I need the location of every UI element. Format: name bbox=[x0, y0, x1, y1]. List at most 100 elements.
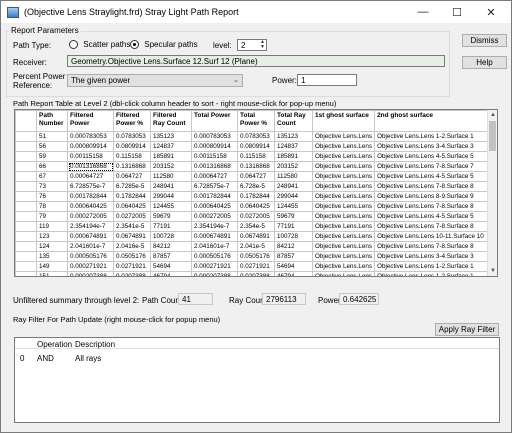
column-header[interactable]: Total Power bbox=[191, 110, 238, 132]
table-cell[interactable]: 0.000207388 bbox=[191, 271, 238, 276]
row-header-cell[interactable] bbox=[15, 181, 37, 192]
table-row[interactable]: 66 0.001316868 0.1316868 203152 0.001316868 0… bbox=[15, 161, 491, 172]
table-cell[interactable]: 0.115158 bbox=[237, 151, 275, 162]
table-cell[interactable]: 2.041601e-7 bbox=[191, 241, 238, 252]
column-header[interactable]: 1st ghost surface bbox=[311, 110, 376, 132]
table-cell[interactable]: 185891 bbox=[274, 151, 313, 162]
table-cell[interactable]: 79 bbox=[36, 211, 68, 222]
ray-filter-table[interactable]: Operation Description 0 AND All rays bbox=[14, 337, 500, 423]
table-cell[interactable]: 0.000809914 bbox=[67, 141, 114, 152]
table-row[interactable]: 78 0.000640425 0.0640425 124455 0.000640425 0… bbox=[15, 201, 491, 212]
table-cell[interactable]: 59 bbox=[36, 151, 68, 162]
table-cell[interactable]: 0.0271921 bbox=[113, 261, 151, 272]
table-cell[interactable]: Objective Lens.Lens 8-9.Surface 9 bbox=[374, 191, 491, 202]
table-row[interactable]: 73 6.728575e-7 6.7285e-5 248941 6.728575e-7 6… bbox=[15, 181, 491, 192]
table-cell[interactable]: Objective Lens.Lens bbox=[311, 201, 376, 212]
column-header[interactable]: Filtered Ray Count bbox=[150, 110, 192, 132]
table-cell[interactable]: 0.000272005 bbox=[191, 211, 238, 222]
table-cell[interactable]: 77191 bbox=[150, 221, 192, 232]
table-cell[interactable]: 248941 bbox=[150, 181, 192, 192]
table-cell[interactable]: 2.041e-5 bbox=[237, 241, 275, 252]
table-cell[interactable]: 135123 bbox=[150, 131, 192, 142]
table-cell[interactable]: 135123 bbox=[274, 131, 313, 142]
table-cell[interactable]: 0.0207388 bbox=[113, 271, 151, 276]
table-cell[interactable]: 56 bbox=[36, 141, 68, 152]
table-cell[interactable]: 73 bbox=[36, 181, 68, 192]
table-cell[interactable]: 59679 bbox=[274, 211, 313, 222]
maximize-icon[interactable]: ☐ bbox=[441, 1, 473, 23]
table-row[interactable]: 56 0.000809914 0.0809914 124837 0.000809914 0… bbox=[15, 141, 491, 152]
table-cell[interactable]: 100728 bbox=[274, 231, 313, 242]
table-cell[interactable]: 0.00115158 bbox=[191, 151, 238, 162]
table-cell[interactable]: 0.000271921 bbox=[191, 261, 238, 272]
table-cell[interactable]: 59679 bbox=[150, 211, 192, 222]
help-button[interactable]: Help bbox=[462, 56, 507, 69]
table-cell[interactable]: 0.0505176 bbox=[113, 251, 151, 262]
table-cell[interactable]: 0.0272005 bbox=[113, 211, 151, 222]
table-cell[interactable]: 78 bbox=[36, 201, 68, 212]
table-cell[interactable]: 124837 bbox=[274, 141, 313, 152]
row-header-cell[interactable] bbox=[15, 271, 37, 276]
table-cell[interactable]: 0.0783053 bbox=[113, 131, 151, 142]
table-cell[interactable]: 100728 bbox=[150, 231, 192, 242]
table-row[interactable]: 59 0.00115158 0.115158 185891 0.00115158 0.11… bbox=[15, 151, 491, 162]
table-cell[interactable]: 6.728575e-7 bbox=[67, 181, 114, 192]
table-cell[interactable]: Objective Lens.Lens bbox=[311, 151, 376, 162]
table-row[interactable]: 51 0.000783053 0.0783053 135123 0.000783053 0… bbox=[15, 131, 491, 142]
row-header-cell[interactable] bbox=[15, 241, 37, 252]
table-row[interactable]: 123 0.000674891 0.0674891 100728 0.000674891… bbox=[15, 231, 491, 242]
table-cell[interactable]: Objective Lens.Lens bbox=[311, 251, 376, 262]
table-cell[interactable]: Objective Lens.Lens bbox=[311, 171, 376, 182]
table-cell[interactable]: Objective Lens.Lens 4-5.Surface 5 bbox=[374, 211, 491, 222]
table-cell[interactable]: 0.1316868 bbox=[237, 161, 275, 172]
table-cell[interactable]: 0.00064727 bbox=[191, 171, 238, 182]
percent-power-dropdown[interactable]: The given power ⌄ bbox=[67, 74, 243, 87]
filter-row[interactable]: 0 AND All rays bbox=[15, 352, 499, 363]
table-cell[interactable]: 2.354194e-7 bbox=[191, 221, 238, 232]
table-cell[interactable]: 124455 bbox=[274, 201, 313, 212]
table-cell[interactable]: 0.064727 bbox=[237, 171, 275, 182]
row-header-cell[interactable] bbox=[15, 171, 37, 182]
table-cell[interactable]: 0.000809914 bbox=[191, 141, 238, 152]
receiver-field[interactable]: Geometry.Objective Lens.Surface 12.Surf … bbox=[67, 55, 445, 67]
table-cell[interactable]: 6.728575e-7 bbox=[191, 181, 238, 192]
table-row[interactable]: 119 2.354194e-7 2.3541e-5 77191 2.354194e-7 2… bbox=[15, 221, 491, 232]
table-cell[interactable]: 0.000783053 bbox=[67, 131, 114, 142]
table-cell[interactable]: 0.0809914 bbox=[113, 141, 151, 152]
table-cell[interactable]: 54694 bbox=[274, 261, 313, 272]
row-header-cell[interactable] bbox=[15, 231, 37, 242]
table-cell[interactable]: 0.0271921 bbox=[237, 261, 275, 272]
table-cell[interactable]: 6.7285e-5 bbox=[113, 181, 151, 192]
table-cell[interactable]: 0.001316868 bbox=[67, 161, 114, 172]
table-cell[interactable]: Objective Lens.Lens 7-8.Surface 8 bbox=[374, 181, 491, 192]
close-icon[interactable]: ✕ bbox=[475, 1, 507, 23]
table-cell[interactable]: 0.0809914 bbox=[237, 141, 275, 152]
table-cell[interactable]: 2.041601e-7 bbox=[67, 241, 114, 252]
row-header-cell[interactable] bbox=[15, 261, 37, 272]
row-header-cell[interactable] bbox=[15, 211, 37, 222]
table-cell[interactable]: 119 bbox=[36, 221, 68, 232]
table-cell[interactable]: 46794 bbox=[150, 271, 192, 276]
row-header-cell[interactable] bbox=[15, 151, 37, 162]
table-cell[interactable]: 124837 bbox=[150, 141, 192, 152]
table-cell[interactable]: Objective Lens.Lens 1-2.Surface 1 bbox=[374, 131, 491, 142]
table-cell[interactable]: Objective Lens.Lens 7-8.Surface 7 bbox=[374, 161, 491, 172]
table-cell[interactable]: 54694 bbox=[150, 261, 192, 272]
table-cell[interactable]: 0.0207388 bbox=[237, 271, 275, 276]
table-cell[interactable]: 66 bbox=[36, 161, 68, 172]
row-header-cell[interactable] bbox=[15, 221, 37, 232]
table-cell[interactable]: 0.001782844 bbox=[67, 191, 114, 202]
column-header[interactable]: Filtered Power bbox=[67, 110, 114, 132]
table-cell[interactable]: Objective Lens.Lens bbox=[311, 241, 376, 252]
table-cell[interactable]: 51 bbox=[36, 131, 68, 142]
table-cell[interactable]: 299044 bbox=[274, 191, 313, 202]
table-cell[interactable]: Objective Lens.Lens bbox=[311, 261, 376, 272]
column-header[interactable]: Path Number bbox=[36, 110, 68, 132]
table-cell[interactable]: 0.000207388 bbox=[67, 271, 114, 276]
path-report-table[interactable]: Path Number Filtered Power Filtered Power … bbox=[14, 109, 498, 277]
table-cell[interactable]: Objective Lens.Lens 7-8.Surface 8 bbox=[374, 201, 491, 212]
table-cell[interactable]: 0.0272005 bbox=[237, 211, 275, 222]
table-cell[interactable]: 0.0640425 bbox=[113, 201, 151, 212]
table-cell[interactable]: 0.001782844 bbox=[191, 191, 238, 202]
table-cell[interactable]: 149 bbox=[36, 261, 68, 272]
